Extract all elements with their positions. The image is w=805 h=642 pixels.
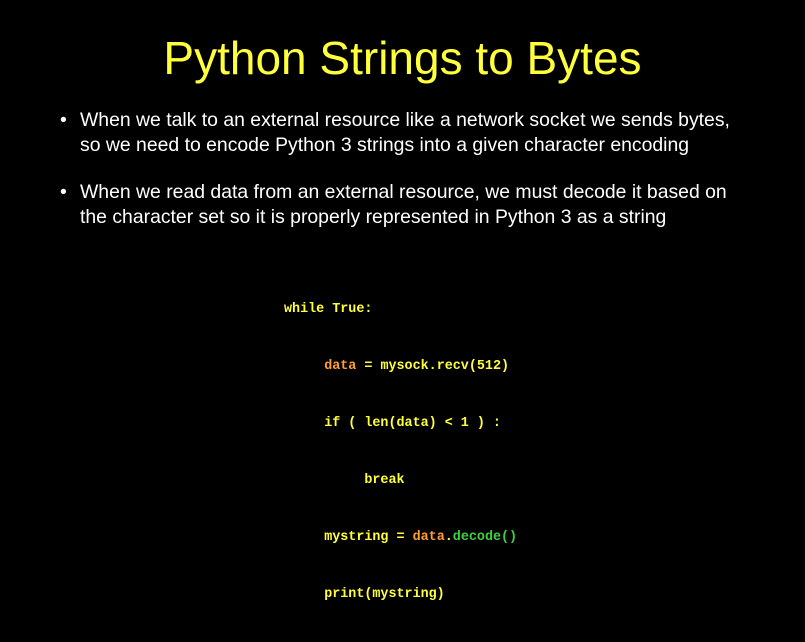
slide: Python Strings to Bytes • When we talk t… — [0, 0, 805, 602]
code-line: print(mystring) — [284, 585, 517, 604]
code-method: decode() — [452, 530, 518, 545]
code-token: = mysock.recv(512) — [356, 359, 510, 374]
code-line: mystring = data.decode() — [284, 528, 517, 547]
code-token: print(mystring) — [324, 587, 445, 602]
bullet-item: • When we talk to an external resource l… — [58, 108, 803, 158]
code-line: if ( len(data) < 1 ) : — [284, 414, 517, 433]
bullet-text-line: so we need to encode Python 3 strings in… — [80, 134, 690, 156]
code-line: while True: — [284, 300, 517, 319]
code-variable: data — [324, 359, 357, 374]
bullet-dot-icon: • — [60, 109, 67, 131]
code-token: . — [444, 530, 453, 545]
code-token: mystring = — [324, 530, 413, 545]
code-block: while True: data = mysock.recv(512) if (… — [284, 262, 517, 642]
bullet-list: • When we talk to an external resource l… — [58, 108, 803, 252]
bullet-text-line: When we talk to an external resource lik… — [80, 109, 730, 131]
bullet-text-line: When we read data from an external resou… — [80, 181, 727, 203]
code-variable: data — [412, 530, 445, 545]
code-token: while True: — [284, 302, 373, 317]
bullet-item: • When we read data from an external res… — [58, 180, 803, 230]
slide-title: Python Strings to Bytes — [163, 32, 642, 84]
code-token: break — [364, 473, 405, 488]
code-line: break — [284, 471, 517, 490]
code-line: data = mysock.recv(512) — [284, 357, 517, 376]
code-token: if ( len(data) < 1 ) : — [324, 416, 501, 431]
bullet-text-line: the character set so it is properly repr… — [80, 206, 667, 228]
bullet-dot-icon: • — [60, 181, 67, 203]
